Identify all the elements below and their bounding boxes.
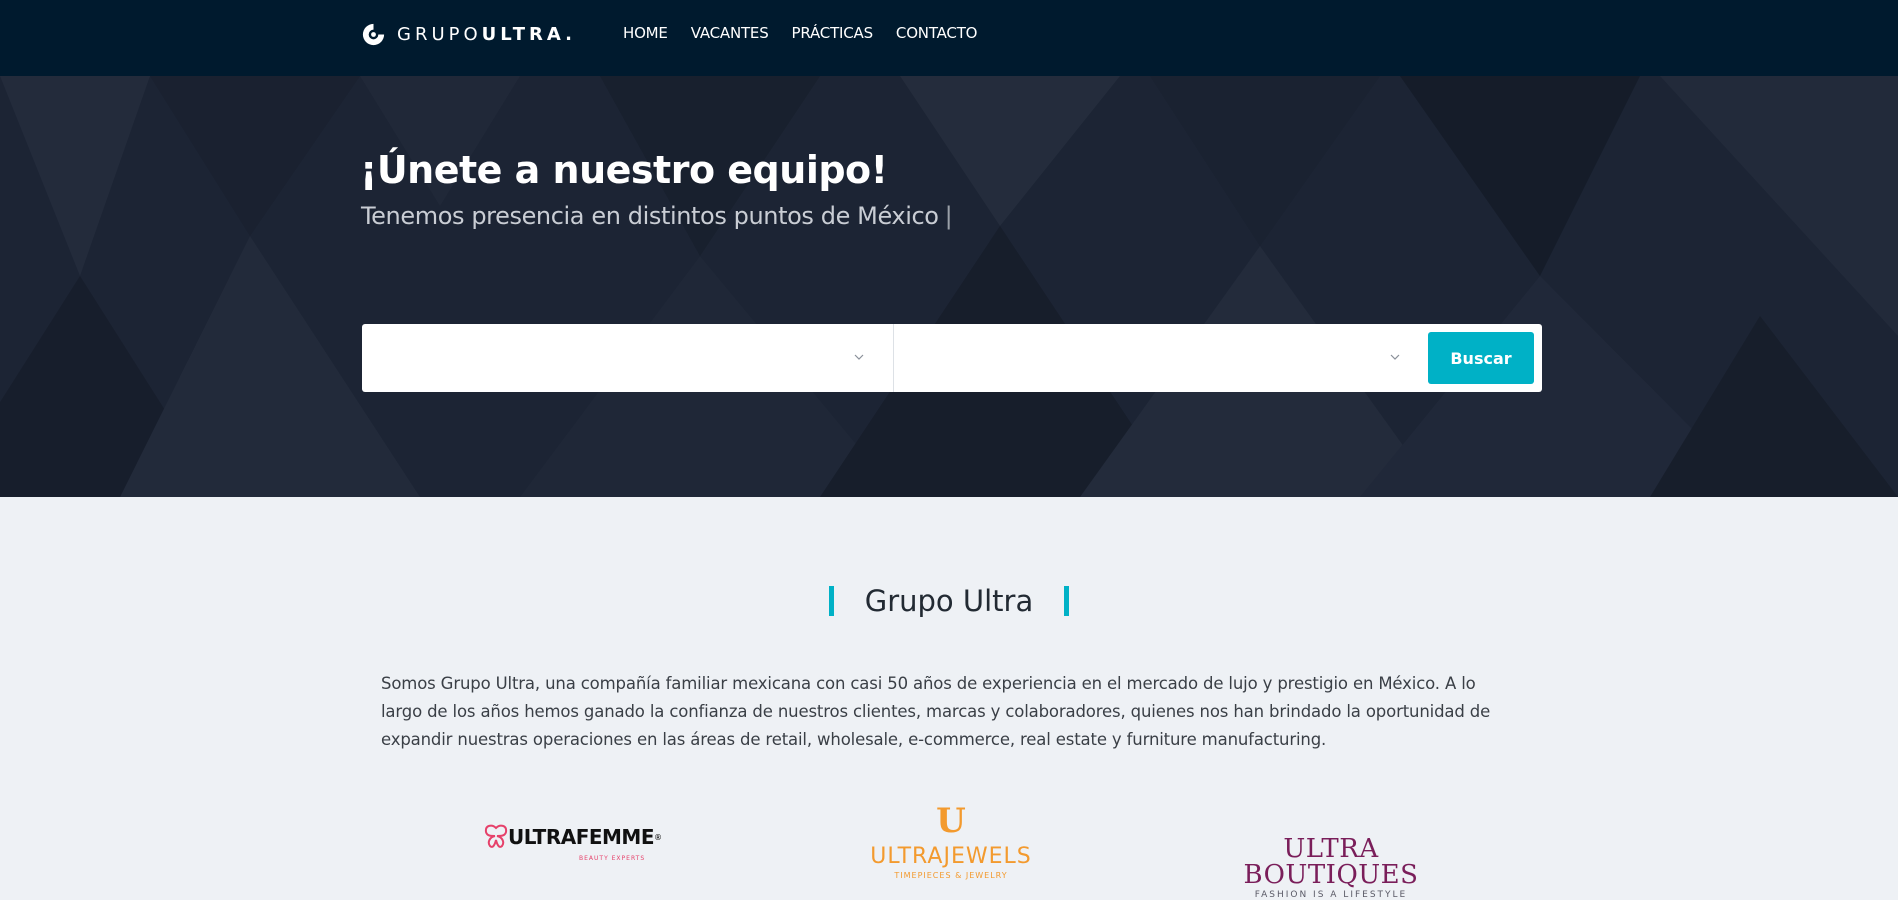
location-select[interactable] [895,324,1433,392]
heading-bar-right [1064,586,1070,616]
section-title: Grupo Ultra [864,584,1034,618]
main-nav: HOME VACANTES PRÁCTICAS CONTACTO [623,24,1000,42]
heading-bar-left [828,586,834,616]
top-navbar: GRUPOULTRA. HOME VACANTES PRÁCTICAS CONT… [0,0,1898,76]
logo-text: GRUPOULTRA. [397,23,577,45]
brand-ultrajewels-name: ULTRAJEWELS [870,844,1032,869]
brand-ultraboutiques-logo[interactable]: ULTRA BOUTIQUES FASHION IS A LIFESTYLE [1203,836,1459,900]
typing-cursor: | [944,202,953,230]
hero-section: ¡Únete a nuestro equipo! Tenemos presenc… [0,76,1898,497]
job-search-form: Buscar [362,324,1542,392]
brand-ultrafemme-logo[interactable]: ULTRAFEMME ® BEAUTY EXPERTS [484,824,662,862]
brand-ultrajewels-tag: TIMEPIECES & JEWELRY [894,871,1008,880]
brand-ultrajewels-logo[interactable]: U ULTRAJEWELS TIMEPIECES & JEWELRY [858,804,1044,880]
nav-practicas[interactable]: PRÁCTICAS [792,24,874,42]
chevron-down-icon [1390,354,1400,360]
ultrajewels-monogram: U [936,801,966,841]
nav-home[interactable]: HOME [623,24,668,42]
brand-ultrafemme-tag: BEAUTY EXPERTS [579,855,646,862]
grupo-ultra-logo[interactable]: GRUPOULTRA. [360,20,576,48]
brand-ultraboutiques-name: ULTRA BOUTIQUES [1243,834,1419,890]
nav-vacantes[interactable]: VACANTES [691,24,769,42]
brand-ultrafemme-name: ULTRAFEMME [508,825,655,849]
logo-icon [362,23,385,45]
hero-background-pattern [0,76,1898,497]
butterfly-icon [484,824,508,848]
search-button[interactable]: Buscar [1428,332,1534,384]
chevron-down-icon [854,354,864,360]
brand-ultraboutiques-tag: FASHION IS A LIFESTYLE [1254,890,1408,900]
section-heading: Grupo Ultra [0,584,1898,618]
hero-title: ¡Únete a nuestro equipo! [360,148,888,192]
about-paragraph: Somos Grupo Ultra, una compañía familiar… [381,674,1491,749]
hero-subtitle: Tenemos presencia en distintos puntos de… [361,202,953,230]
area-select[interactable] [362,324,894,392]
nav-contacto[interactable]: CONTACTO [896,24,978,42]
